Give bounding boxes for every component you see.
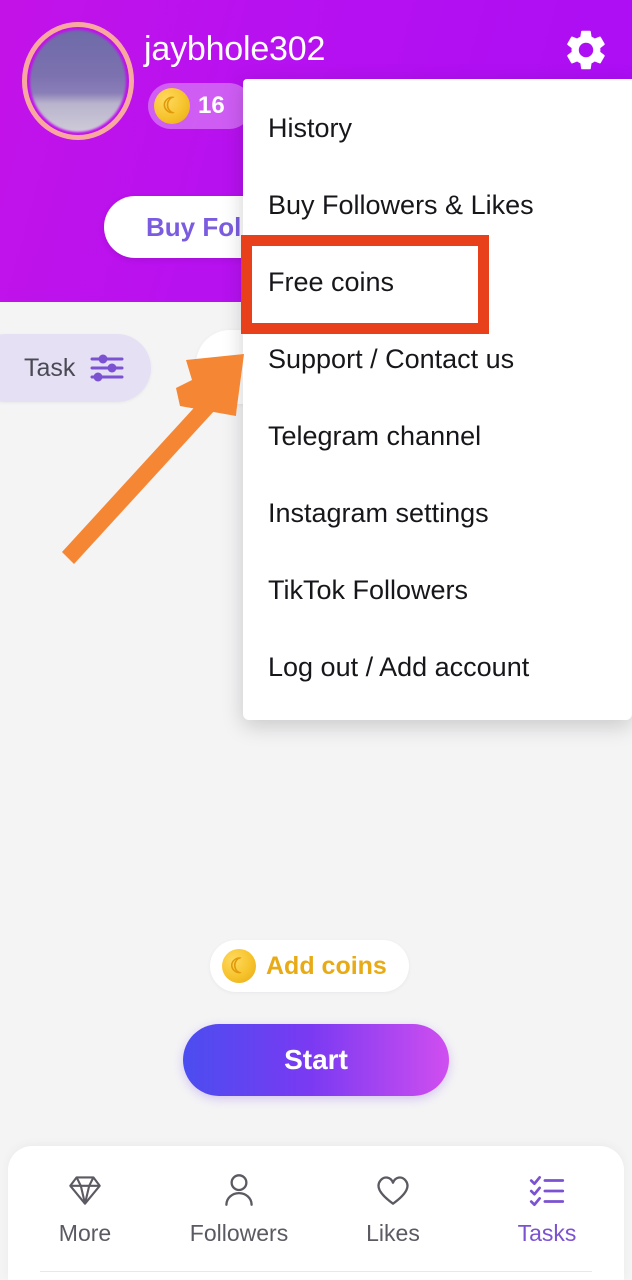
menu-item-instagram-settings[interactable]: Instagram settings <box>243 475 632 552</box>
coin-icon: ☾ <box>154 88 190 124</box>
task-filter-chip[interactable]: Task <box>0 334 152 402</box>
nav-label-more: More <box>58 1220 112 1246</box>
nav-item-more[interactable]: More <box>8 1168 162 1247</box>
nav-item-likes[interactable]: Likes <box>316 1168 470 1247</box>
settings-dropdown-menu: History Buy Followers & Likes Free coins… <box>243 79 632 720</box>
coin-count-label: 16 <box>198 92 225 119</box>
gear-icon[interactable] <box>562 26 610 74</box>
menu-item-tiktok-followers[interactable]: TikTok Followers <box>243 552 632 629</box>
task-chip-label: Task <box>24 353 76 382</box>
coin-balance-badge[interactable]: ☾ 16 <box>148 83 252 129</box>
nav-label-followers: Followers <box>189 1220 289 1246</box>
menu-item-support-contact-us[interactable]: Support / Contact us <box>243 321 632 398</box>
heart-icon <box>371 1168 415 1212</box>
menu-item-history[interactable]: History <box>243 90 632 167</box>
nav-label-likes: Likes <box>366 1220 420 1246</box>
menu-item-telegram-channel[interactable]: Telegram channel <box>243 398 632 475</box>
checklist-icon <box>525 1168 569 1212</box>
diamond-icon <box>63 1168 107 1212</box>
start-button[interactable]: Start <box>183 1024 449 1096</box>
avatar-image <box>30 30 126 132</box>
menu-item-free-coins[interactable]: Free coins <box>243 244 632 321</box>
menu-item-log-out-add-account[interactable]: Log out / Add account <box>243 629 632 706</box>
menu-item-buy-followers-likes[interactable]: Buy Followers & Likes <box>243 167 632 244</box>
coin-icon: ☾ <box>222 949 256 983</box>
username-label: jaybhole302 <box>144 30 326 68</box>
person-icon <box>217 1168 261 1212</box>
add-coins-label: Add coins <box>266 951 387 980</box>
sliders-icon <box>89 353 125 383</box>
app-screen: jaybhole302 ☾ 16 Buy Followers Task Hist… <box>0 0 632 1280</box>
avatar[interactable] <box>22 22 134 140</box>
add-coins-button[interactable]: ☾ Add coins <box>210 940 409 992</box>
nav-item-tasks[interactable]: Tasks <box>470 1168 624 1247</box>
bottom-navigation-bar: More Followers Likes Tasks <box>8 1146 624 1280</box>
nav-label-tasks: Tasks <box>517 1220 577 1246</box>
nav-item-followers[interactable]: Followers <box>162 1168 316 1247</box>
nav-divider <box>40 1271 592 1272</box>
